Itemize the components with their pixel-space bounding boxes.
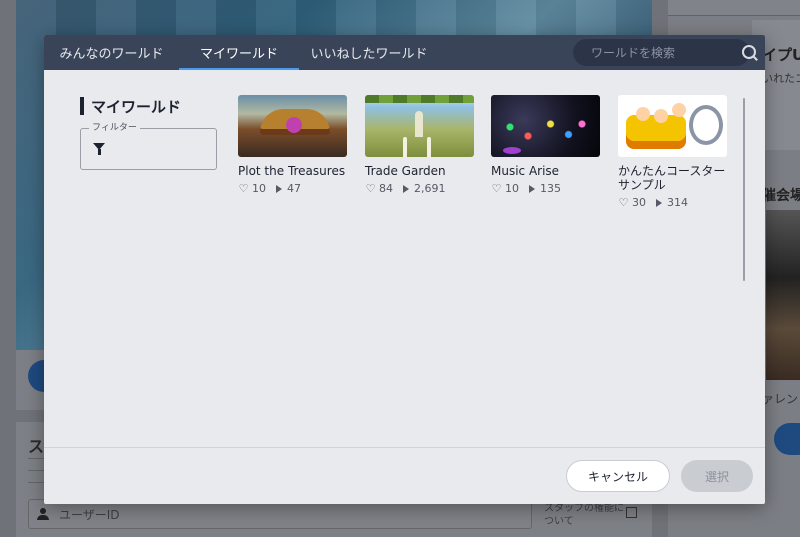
- like-count-value: 10: [252, 182, 266, 195]
- like-count: ♡ 10: [491, 182, 519, 195]
- background-right-button: [774, 423, 800, 455]
- world-thumbnail[interactable]: [491, 95, 600, 157]
- tab-label: マイワールド: [199, 47, 278, 62]
- like-count-value: 84: [379, 182, 393, 195]
- external-link-icon: [626, 507, 637, 518]
- tab-label: いいねしたワールド: [310, 47, 428, 62]
- world-select-dialog: みんなのワールド マイワールド いいねしたワールド マイワールド フィルター: [44, 35, 765, 504]
- play-count: 314: [656, 196, 688, 209]
- section-title: マイワールド: [80, 96, 217, 116]
- world-thumbnail[interactable]: [238, 95, 347, 157]
- background-right-label: イプU: [762, 46, 800, 64]
- world-search-input[interactable]: [591, 45, 741, 60]
- world-stats: ♡ 84 2,691: [365, 182, 475, 195]
- play-count-value: 314: [667, 196, 688, 209]
- filter-label: フィルター: [89, 122, 140, 134]
- world-title: かんたんコースターサンプル: [618, 164, 726, 192]
- world-card[interactable]: Trade Garden ♡ 84 2,691: [365, 95, 475, 195]
- background-right-image: [766, 210, 800, 380]
- dialog-footer: キャンセル 選択: [44, 447, 765, 504]
- world-thumbnail[interactable]: [365, 95, 474, 157]
- grid-scrollbar[interactable]: [743, 98, 745, 281]
- background-right-caption: ァレン: [762, 392, 799, 406]
- tab-liked-worlds[interactable]: いいねしたワールド: [299, 35, 439, 70]
- like-count: ♡ 84: [365, 182, 393, 195]
- like-count-value: 10: [505, 182, 519, 195]
- section-title-text: マイワールド: [91, 97, 182, 116]
- heart-icon: ♡: [491, 182, 502, 195]
- world-title: Plot the Treasures: [238, 164, 346, 178]
- world-search-box: [573, 39, 756, 66]
- play-icon: [403, 184, 409, 193]
- play-count: 47: [276, 182, 301, 195]
- background-right-heading: 催会場: [762, 188, 800, 204]
- world-stats: ♡ 10 47: [238, 182, 348, 195]
- filter-icon: [93, 143, 105, 156]
- world-card[interactable]: かんたんコースターサンプル ♡ 30 314: [618, 95, 728, 209]
- like-count-value: 30: [632, 196, 646, 209]
- background-right-top: [668, 0, 800, 16]
- play-count-value: 47: [287, 182, 301, 195]
- heart-icon: ♡: [618, 196, 629, 209]
- select-button[interactable]: 選択: [681, 460, 753, 492]
- play-icon: [656, 198, 662, 207]
- world-stats: ♡ 10 135: [491, 182, 601, 195]
- play-count-value: 2,691: [414, 182, 446, 195]
- world-thumbnail[interactable]: [618, 95, 727, 157]
- like-count: ♡ 30: [618, 196, 646, 209]
- tab-my-worlds[interactable]: マイワールド: [179, 35, 299, 70]
- play-count-value: 135: [540, 182, 561, 195]
- world-card[interactable]: Plot the Treasures ♡ 10 47: [238, 95, 348, 195]
- world-card[interactable]: Music Arise ♡ 10 135: [491, 95, 601, 195]
- play-count: 2,691: [403, 182, 446, 195]
- dialog-body: マイワールド フィルター Plot the Treasures ♡ 10 47 …: [44, 70, 765, 447]
- world-title: Music Arise: [491, 164, 560, 178]
- section-title-bar: [80, 97, 84, 115]
- play-icon: [276, 184, 282, 193]
- person-icon: [37, 508, 49, 520]
- play-count: 135: [529, 182, 561, 195]
- background-right-sublabel: いれたコ: [762, 72, 800, 85]
- dialog-tab-bar: みんなのワールド マイワールド いいねしたワールド: [44, 35, 765, 70]
- heart-icon: ♡: [365, 182, 376, 195]
- play-icon: [529, 184, 535, 193]
- like-count: ♡ 10: [238, 182, 266, 195]
- world-grid: Plot the Treasures ♡ 10 47 Trade Garden: [238, 95, 738, 285]
- background-userid-placeholder: ユーザーID: [59, 507, 120, 522]
- background-staff-note: スタッフの権能に ついて: [544, 503, 624, 527]
- filter-field[interactable]: フィルター: [80, 122, 217, 170]
- coaster-track-graphic: [689, 105, 723, 145]
- cancel-button[interactable]: キャンセル: [566, 460, 670, 492]
- heart-icon: ♡: [238, 182, 249, 195]
- world-title: Trade Garden: [365, 164, 446, 178]
- tab-label: みんなのワールド: [59, 47, 164, 62]
- filter-sidebar: マイワールド フィルター: [80, 96, 217, 170]
- tab-everyones-worlds[interactable]: みんなのワールド: [44, 35, 179, 70]
- world-stats: ♡ 30 314: [618, 196, 728, 209]
